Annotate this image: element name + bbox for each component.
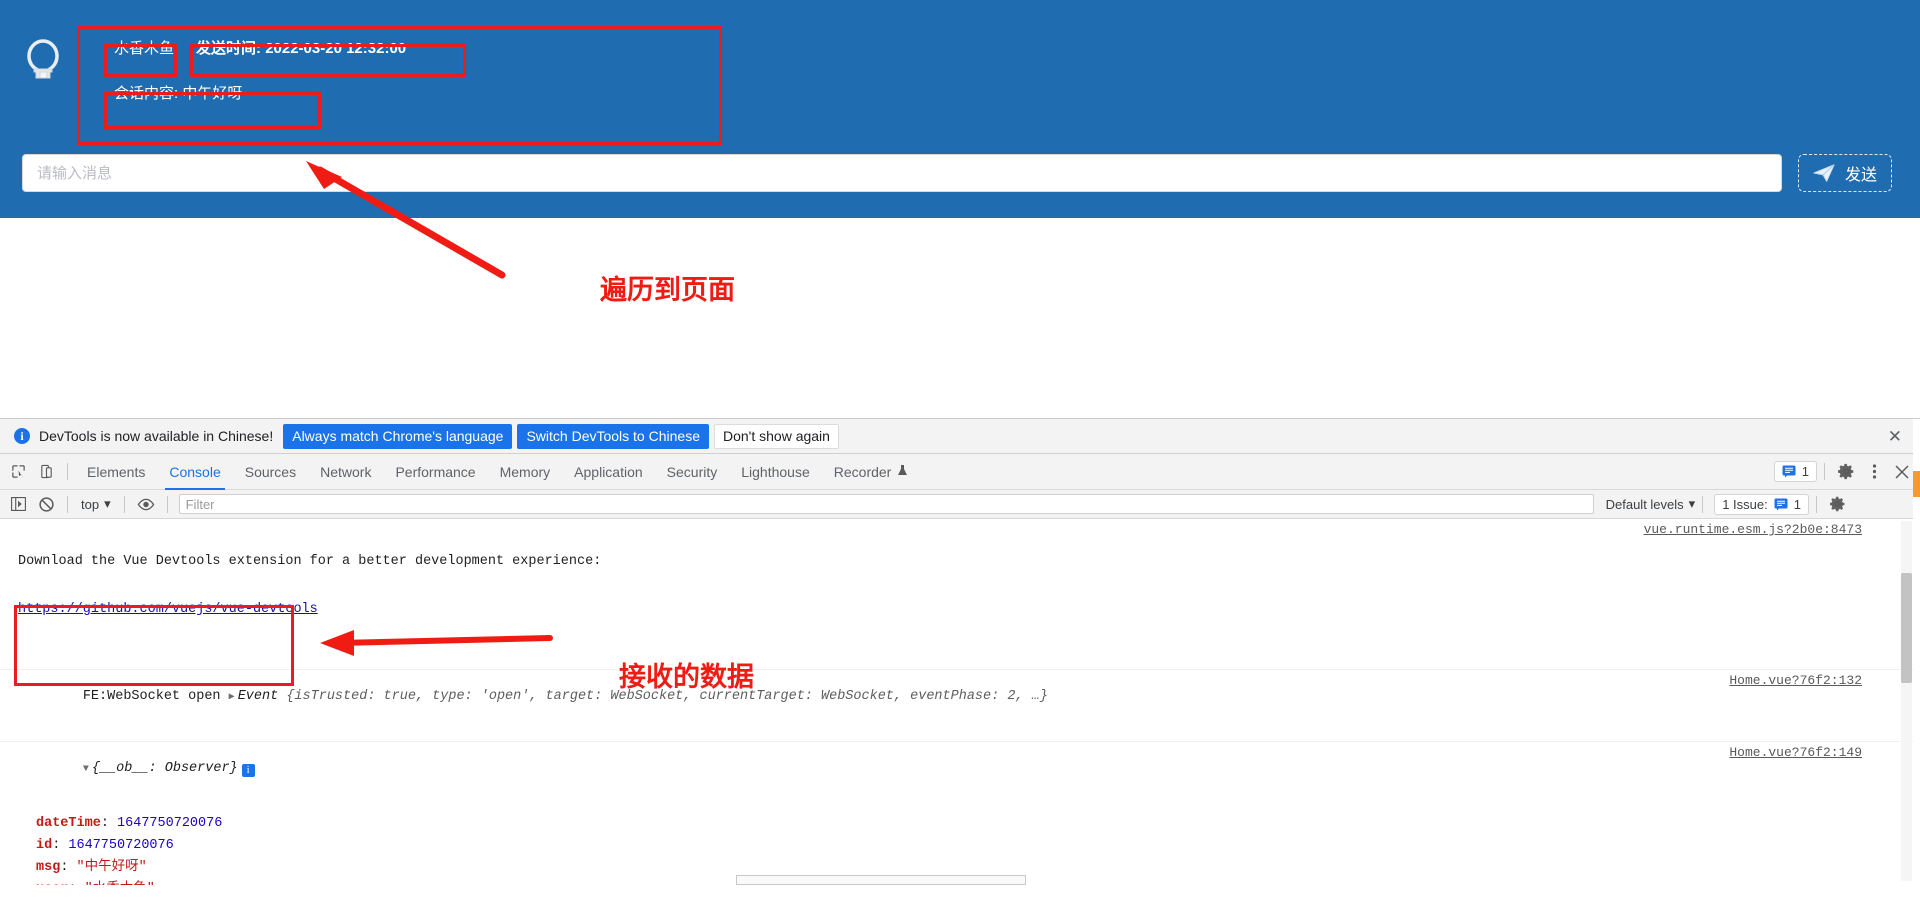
- prop-value: "中午好呀": [76, 860, 147, 875]
- observer-header-text: {__ob__: Observer}: [91, 761, 238, 776]
- issues-chip[interactable]: 1 Issue: 1: [1714, 493, 1809, 515]
- filterbar-divider-4: [1702, 495, 1704, 513]
- devtools-tabbar: Elements Console Sources Network Perform…: [0, 454, 1920, 490]
- gear-icon[interactable]: [1832, 459, 1860, 485]
- devtools-panel: i DevTools is now available in Chinese! …: [0, 418, 1920, 902]
- execution-context-value: top: [81, 496, 100, 512]
- execution-context-selector[interactable]: top ▾: [75, 496, 117, 512]
- log-level-selector[interactable]: Default levels ▾: [1606, 496, 1696, 512]
- dont-show-again-button[interactable]: Don't show again: [713, 423, 839, 449]
- console-row-vue-devtools-tip[interactable]: Download the Vue Devtools extension for …: [0, 519, 1920, 670]
- chevron-down-icon: ▾: [1688, 496, 1696, 511]
- live-expression-eye-icon[interactable]: [132, 491, 160, 517]
- tabbar-right-divider: [1824, 463, 1825, 480]
- info-icon: i: [14, 428, 30, 444]
- devtools-language-banner: i DevTools is now available in Chinese! …: [0, 419, 1920, 454]
- tabbar-divider: [67, 463, 68, 480]
- info-icon[interactable]: i: [241, 764, 255, 777]
- prop-key: dateTime: [36, 816, 101, 831]
- tab-performance[interactable]: Performance: [383, 454, 487, 490]
- speech-bubble-icon: [1782, 465, 1796, 478]
- annotation-label-console: 接收的数据: [619, 662, 754, 692]
- chat-message-time: 发送时间: 2022-03-20 12:32:00: [196, 40, 407, 57]
- devtools-minimap-strip: [1913, 419, 1920, 902]
- send-button-label: 发送: [1845, 167, 1878, 184]
- screenshot-root: 水香木鱼 发送时间: 2022-03-20 12:32:00 会话内容: 中午好…: [0, 0, 1920, 902]
- tab-lighthouse[interactable]: Lighthouse: [729, 454, 822, 490]
- send-button[interactable]: 发送: [1798, 154, 1893, 192]
- tab-console[interactable]: Console: [157, 454, 232, 490]
- kebab-menu-icon[interactable]: [1860, 459, 1888, 485]
- banner-text: DevTools is now available in Chinese!: [39, 428, 274, 444]
- console-sidebar-toggle-icon[interactable]: [4, 491, 32, 517]
- filterbar-divider-5: [1815, 495, 1817, 513]
- chat-message-body: 水香木鱼 发送时间: 2022-03-20 12:32:00 会话内容: 中午好…: [110, 28, 412, 108]
- collapse-triangle-icon[interactable]: ▼: [83, 764, 89, 775]
- chat-application: 水香木鱼 发送时间: 2022-03-20 12:32:00 会话内容: 中午好…: [0, 0, 1920, 218]
- prop-key: id: [36, 838, 53, 853]
- tab-sources[interactable]: Sources: [233, 454, 308, 490]
- prop-key: msg: [36, 860, 61, 875]
- issues-count: 1: [1793, 496, 1801, 512]
- console-scrollbar-thumb[interactable]: [1901, 573, 1912, 683]
- always-match-language-button[interactable]: Always match Chrome's language: [283, 423, 513, 449]
- clear-console-icon[interactable]: [32, 491, 60, 517]
- prop-value: "水香木鱼": [85, 882, 155, 885]
- tab-application[interactable]: Application: [562, 454, 655, 490]
- vue-devtools-link[interactable]: https://github.com/vuejs/vue-devtools: [18, 602, 1920, 618]
- experiment-flask-icon: [897, 464, 908, 480]
- console-row-prop-id: id: 1647750720076: [36, 838, 174, 853]
- log-level-value: Default levels: [1605, 496, 1684, 512]
- tab-network[interactable]: Network: [308, 454, 383, 490]
- annotation-label-page: 遍历到页面: [600, 275, 735, 305]
- console-horizontal-scrollbar[interactable]: [736, 875, 1026, 885]
- prop-value: 1647750720076: [68, 838, 174, 853]
- expand-triangle-icon[interactable]: ▶: [229, 692, 235, 703]
- filterbar-divider-1: [67, 495, 68, 513]
- console-settings-gear-icon[interactable]: [1824, 491, 1852, 517]
- issue-marker[interactable]: [1913, 471, 1920, 497]
- message-count-value: 1: [1801, 464, 1809, 479]
- console-source-link[interactable]: vue.runtime.esm.js?2b0e:8473: [1644, 522, 1862, 538]
- prop-value: 1647750720076: [117, 816, 223, 831]
- console-filter-bar: top ▾ Default levels ▾ 1 Issue:: [0, 490, 1920, 519]
- tab-memory[interactable]: Memory: [488, 454, 563, 490]
- inspect-element-icon[interactable]: [4, 459, 32, 485]
- tab-security[interactable]: Security: [655, 454, 730, 490]
- filterbar-divider-2: [123, 495, 125, 513]
- websocket-open-prefix: FE:WebSocket open: [82, 689, 221, 704]
- chat-message-meta: 水香木鱼 发送时间: 2022-03-20 12:32:00: [110, 34, 412, 62]
- paper-plane-icon: [1813, 163, 1835, 183]
- chat-message-content: 会话内容: 中午好呀: [114, 85, 243, 102]
- console-row-prop-dateTime: dateTime: 1647750720076: [36, 816, 223, 831]
- console-row-websocket-open[interactable]: FE:WebSocket open ▶ Event {isTrusted: tru…: [0, 670, 1920, 742]
- speech-bubble-icon: [1774, 498, 1788, 510]
- console-source-link[interactable]: Home.vue?76f2:132: [1729, 673, 1862, 689]
- chat-message-user: 水香木鱼: [114, 40, 175, 57]
- tab-recorder-label: Recorder: [833, 463, 892, 480]
- console-row-observer-header[interactable]: ▼ {__ob__: Observer} i Home.vue?76f2:149: [0, 742, 1920, 813]
- prop-key: user: [36, 882, 68, 885]
- close-icon[interactable]: [1888, 459, 1916, 485]
- console-source-link[interactable]: Home.vue?76f2:149: [1729, 745, 1862, 761]
- console-filter-input[interactable]: [178, 494, 1594, 514]
- event-type-name: Event: [237, 689, 279, 704]
- message-input[interactable]: [22, 154, 1782, 192]
- console-output[interactable]: Download the Vue Devtools extension for …: [0, 519, 1920, 885]
- switch-devtools-to-chinese-button[interactable]: Switch DevTools to Chinese: [517, 423, 709, 449]
- device-toolbar-icon[interactable]: [32, 459, 60, 485]
- tab-recorder[interactable]: Recorder: [822, 454, 921, 490]
- tab-elements[interactable]: Elements: [75, 454, 157, 490]
- console-vertical-scrollbar[interactable]: [1901, 521, 1912, 881]
- message-count-chip[interactable]: 1: [1773, 461, 1817, 482]
- message-input-bar: 发送: [0, 150, 1920, 196]
- vue-devtools-tip-text: Download the Vue Devtools extension for …: [18, 554, 602, 569]
- filterbar-divider-3: [166, 495, 168, 513]
- avatar-broken-image-icon: [20, 36, 66, 86]
- chevron-down-icon: ▾: [104, 496, 111, 511]
- devtools-tabbar-right: 1: [1773, 459, 1920, 485]
- chat-message: 水香木鱼 发送时间: 2022-03-20 12:32:00 会话内容: 中午好…: [16, 28, 412, 108]
- banner-close-icon[interactable]: ✕: [1888, 428, 1902, 445]
- issues-label: 1 Issue:: [1722, 496, 1768, 512]
